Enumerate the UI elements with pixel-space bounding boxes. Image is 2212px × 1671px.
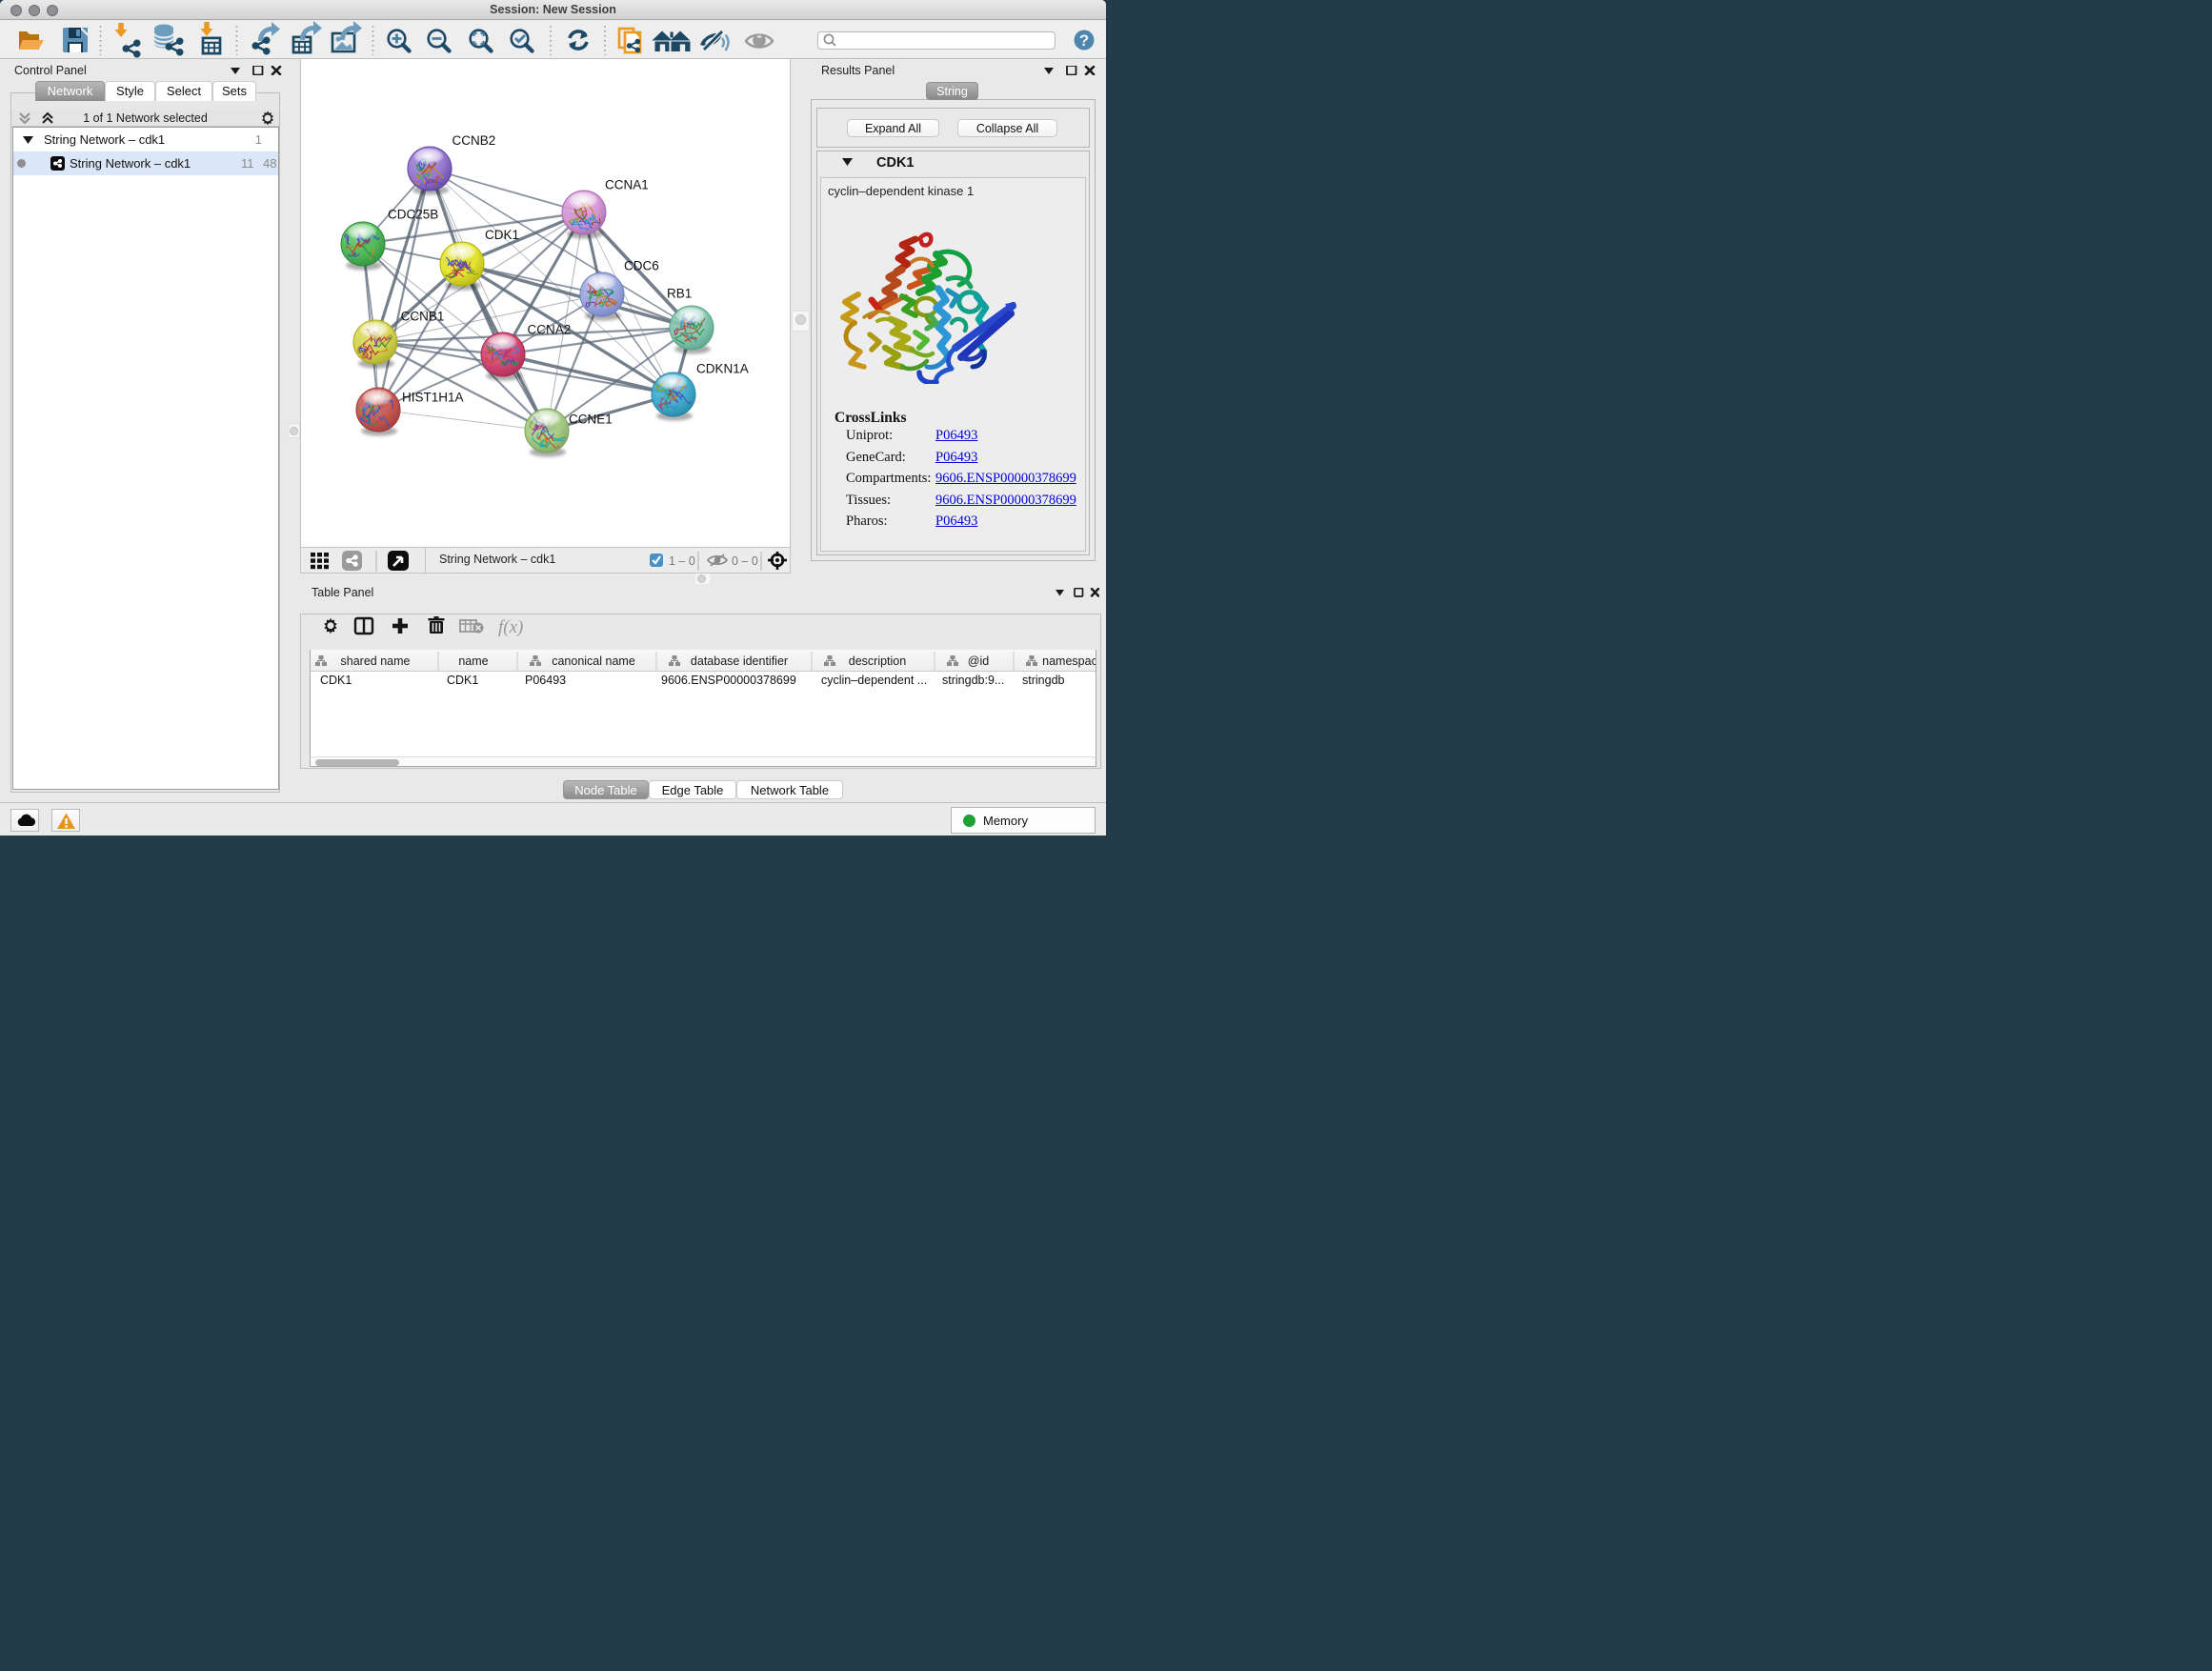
svg-text:stringdb: stringdb <box>1022 674 1065 687</box>
svg-text:CCNA1: CCNA1 <box>605 178 649 192</box>
svg-text:RB1: RB1 <box>667 287 692 301</box>
svg-text:canonical name: canonical name <box>552 654 635 668</box>
svg-text:CCNB1: CCNB1 <box>401 310 445 324</box>
svg-text:P06493: P06493 <box>525 674 566 687</box>
svg-text:name: name <box>458 654 488 668</box>
svg-text:f(x): f(x) <box>498 617 523 637</box>
svg-text:CDK1: CDK1 <box>485 228 519 242</box>
svg-text:cyclin–dependent ...: cyclin–dependent ... <box>821 674 927 687</box>
svg-text:shared name: shared name <box>341 654 411 668</box>
svg-text:?: ? <box>1079 31 1089 50</box>
svg-text:CCNB2: CCNB2 <box>452 133 496 148</box>
svg-text:database identifier: database identifier <box>691 654 788 668</box>
svg-text:CDK1: CDK1 <box>447 674 478 687</box>
svg-text:namespac: namespac <box>1042 654 1096 668</box>
svg-text:HIST1H1A: HIST1H1A <box>402 391 464 405</box>
svg-text:0 – 0: 0 – 0 <box>732 554 758 568</box>
svg-text:@id: @id <box>968 654 989 668</box>
svg-text:1 – 0: 1 – 0 <box>669 554 695 568</box>
svg-text:CDKN1A: CDKN1A <box>696 362 749 376</box>
svg-text:CDC6: CDC6 <box>624 259 659 273</box>
svg-text:CDK1: CDK1 <box>320 674 352 687</box>
svg-text:CCNE1: CCNE1 <box>569 413 613 427</box>
svg-text:stringdb:9...: stringdb:9... <box>942 674 1004 687</box>
svg-text:description: description <box>849 654 906 668</box>
svg-text:9606.ENSP00000378699: 9606.ENSP00000378699 <box>661 674 796 687</box>
svg-text:CCNA2: CCNA2 <box>528 323 572 337</box>
svg-text:CDC25B: CDC25B <box>388 208 438 222</box>
